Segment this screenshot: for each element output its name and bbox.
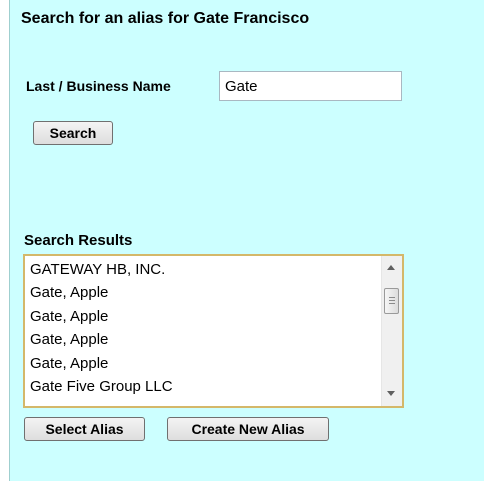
scroll-thumb[interactable]: [384, 288, 399, 314]
result-item-gate-apple-3[interactable]: Gate, Apple: [28, 328, 368, 351]
alias-search-panel: Search for an alias for Gate Francisco L…: [9, 0, 484, 481]
scroll-down-arrow-icon[interactable]: [387, 391, 395, 396]
create-new-alias-button[interactable]: Create New Alias: [167, 417, 329, 441]
result-item-gate-five-group[interactable]: Gate Five Group LLC: [28, 375, 368, 398]
results-scrollbar[interactable]: [381, 256, 402, 406]
search-results-label: Search Results: [24, 232, 133, 249]
result-item-gate-apple-2[interactable]: Gate, Apple: [28, 305, 368, 328]
result-item-gateway-hb[interactable]: GATEWAY HB, INC.: [28, 258, 368, 281]
last-business-name-input[interactable]: [219, 71, 402, 101]
scroll-up-arrow-icon[interactable]: [387, 265, 395, 270]
search-button[interactable]: Search: [33, 121, 113, 145]
scroll-grip-line: [389, 300, 395, 301]
last-business-name-label: Last / Business Name: [26, 78, 171, 94]
scroll-grip-line: [389, 303, 395, 304]
select-alias-button[interactable]: Select Alias: [24, 417, 145, 441]
scroll-grip-line: [389, 297, 395, 298]
page-title: Search for an alias for Gate Francisco: [21, 10, 310, 27]
search-results-items: GATEWAY HB, INC. Gate, Apple Gate, Apple…: [28, 258, 368, 398]
result-item-gate-apple-4[interactable]: Gate, Apple: [28, 352, 368, 375]
result-item-gate-apple-1[interactable]: Gate, Apple: [28, 281, 368, 304]
search-results-list[interactable]: GATEWAY HB, INC. Gate, Apple Gate, Apple…: [23, 254, 404, 408]
